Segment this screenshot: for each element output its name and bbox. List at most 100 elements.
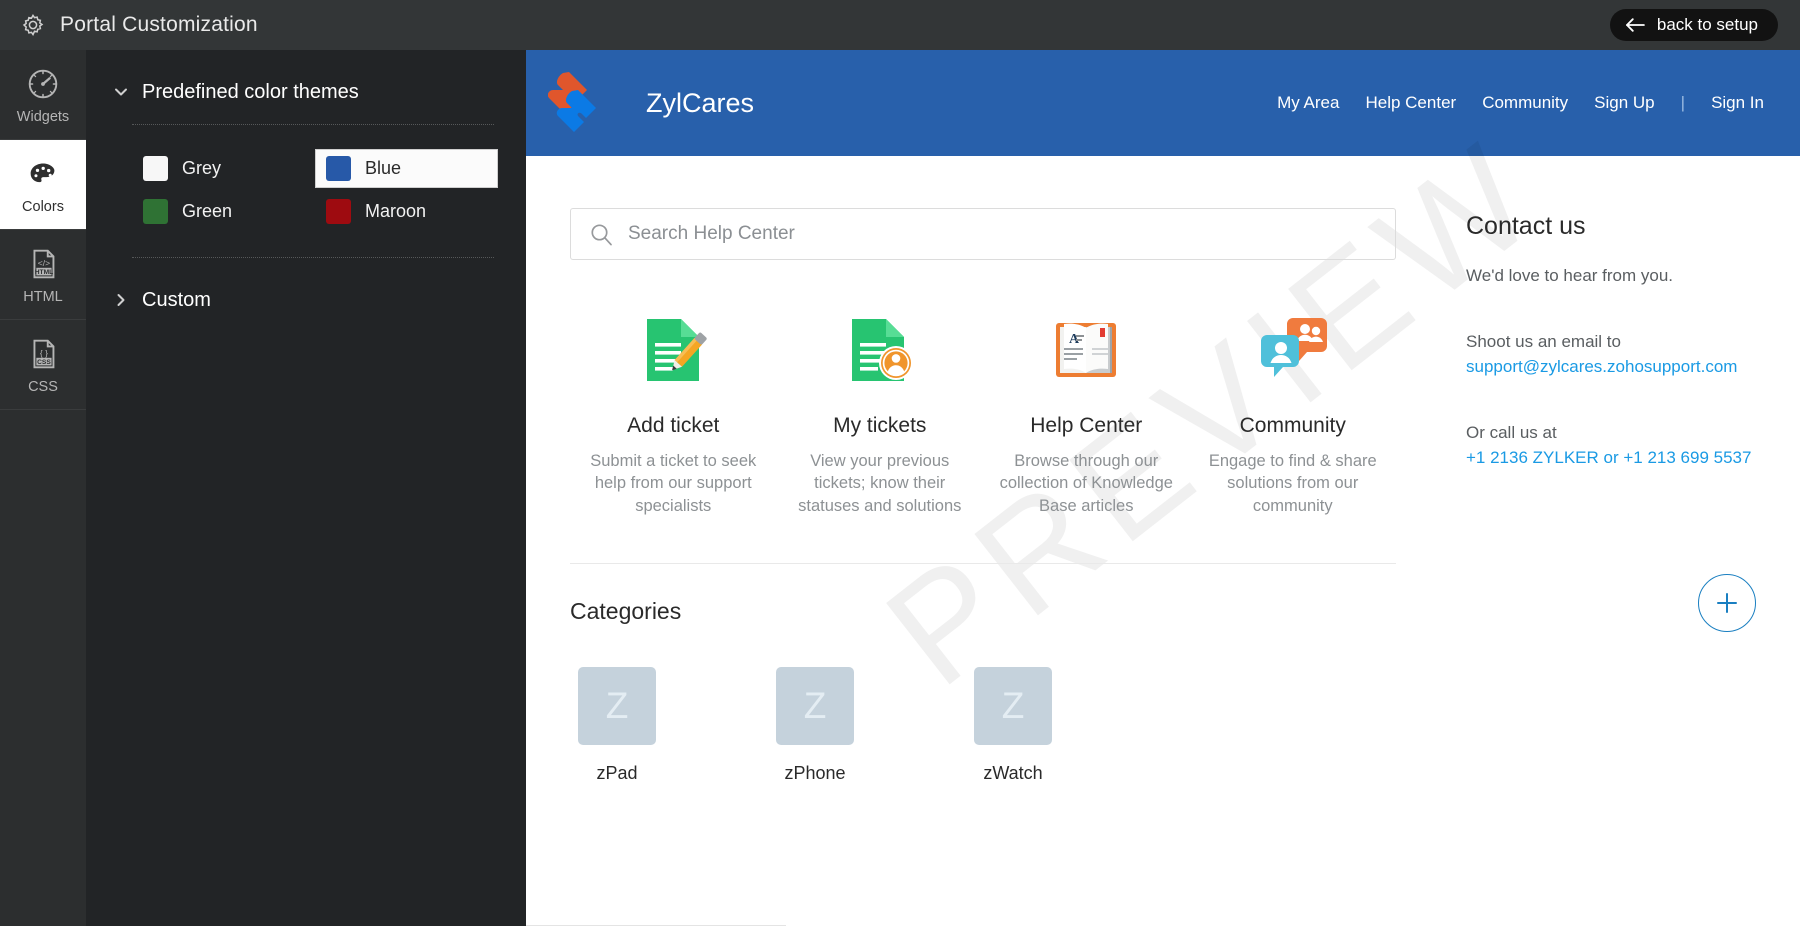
category-list: Z zPad Z zPhone Z zWatch xyxy=(570,666,1396,784)
palette-icon xyxy=(24,155,62,193)
category-item-zwatch[interactable]: Z zWatch xyxy=(974,666,1052,784)
category-item-zphone[interactable]: Z zPhone xyxy=(776,666,854,784)
brand[interactable]: ZylCares xyxy=(547,70,755,136)
portal-nav: My Area Help Center Community Sign Up | … xyxy=(1277,93,1764,113)
feature-help-center[interactable]: A Help Center Browse through our collect… xyxy=(983,312,1190,517)
feature-add-ticket[interactable]: Add ticket Submit a ticket to seek help … xyxy=(570,312,777,517)
sidebar-item-colors[interactable]: Colors xyxy=(0,140,86,230)
feature-community[interactable]: Community Engage to find & share solutio… xyxy=(1190,312,1397,517)
theme-option-maroon[interactable]: Maroon xyxy=(315,192,498,231)
color-swatch xyxy=(326,156,351,181)
open-book-icon: A xyxy=(1048,312,1124,388)
back-to-setup-button[interactable]: back to setup xyxy=(1609,9,1778,41)
gear-icon xyxy=(20,12,46,38)
sidebar-item-html[interactable]: </> HTML HTML xyxy=(0,230,86,320)
theme-option-blue[interactable]: Blue xyxy=(315,149,498,188)
search-icon xyxy=(589,222,614,247)
feature-title: Community xyxy=(1239,414,1346,437)
feature-description: Browse through our collection of Knowled… xyxy=(999,452,1173,515)
help-center-search[interactable] xyxy=(570,208,1396,260)
nav-separator: | xyxy=(1680,93,1686,112)
brand-name: ZylCares xyxy=(646,87,755,118)
portal-preview: ZylCares My Area Help Center Community S… xyxy=(526,50,1800,926)
chat-bubbles-icon xyxy=(1255,312,1331,388)
category-thumbnail: Z xyxy=(974,666,1052,745)
arrow-left-icon xyxy=(1624,17,1646,33)
sidebar-item-label: Colors xyxy=(22,198,64,215)
nav-link-help-center[interactable]: Help Center xyxy=(1365,93,1456,113)
category-thumbnail: Z xyxy=(578,666,656,745)
panel-divider-top xyxy=(132,124,494,125)
theme-label: Green xyxy=(182,201,233,221)
gauge-icon xyxy=(24,65,62,103)
nav-link-community[interactable]: Community xyxy=(1482,93,1568,113)
svg-text:{ }: { } xyxy=(40,347,48,357)
feature-title: Add ticket xyxy=(627,414,720,437)
css-file-icon: { } CSS xyxy=(24,335,62,373)
predefined-themes-title: Predefined color themes xyxy=(142,80,359,103)
sidebar-rail: Widgets Colors </> HTML HTML {} CSS CSS xyxy=(0,50,86,926)
feature-description: Submit a ticket to seek help from our su… xyxy=(590,452,757,515)
html-file-icon: </> HTML xyxy=(24,245,62,283)
feature-description: Engage to find & share solutions from ou… xyxy=(1208,452,1377,515)
svg-text:CSS: CSS xyxy=(37,359,51,366)
theme-swatch-grid: Grey Blue Green Maroon xyxy=(132,149,498,231)
category-item-zpad[interactable]: Z zPad xyxy=(578,666,656,784)
title-bar-left: Portal Customization xyxy=(0,12,258,38)
contact-us-title: Contact us xyxy=(1466,212,1586,240)
category-thumbnail: Z xyxy=(776,666,854,745)
contact-us-panel: Contact us We'd love to hear from you. S… xyxy=(1436,156,1800,926)
feature-title: Help Center xyxy=(1030,414,1143,437)
feature-my-tickets[interactable]: My tickets View your previous tickets; k… xyxy=(777,312,984,517)
sidebar-item-css[interactable]: { } CSS CSS xyxy=(0,320,86,410)
document-user-icon xyxy=(842,312,918,388)
search-input[interactable] xyxy=(628,223,1377,245)
color-swatch xyxy=(143,199,168,224)
color-swatch xyxy=(143,156,168,181)
category-label: zPhone xyxy=(784,762,846,783)
zylker-logo-icon xyxy=(547,70,610,136)
predefined-themes-header[interactable]: Predefined color themes xyxy=(114,68,498,116)
document-pencil-icon xyxy=(635,312,711,388)
colors-settings-panel: Predefined color themes Grey Blue Green … xyxy=(86,50,526,926)
add-button[interactable] xyxy=(1698,574,1756,632)
contact-us-phone-label: Or call us at xyxy=(1466,422,1557,442)
back-to-setup-label: back to setup xyxy=(1656,15,1758,34)
contact-us-phone-link[interactable]: +1 2136 ZYLKER or +1 213 699 5537 xyxy=(1466,445,1770,471)
categories-title: Categories xyxy=(570,597,682,624)
custom-section-title: Custom xyxy=(142,288,211,311)
chevron-down-icon xyxy=(114,85,128,99)
custom-section-header[interactable]: Custom xyxy=(114,276,498,324)
svg-text:HTML: HTML xyxy=(35,269,53,276)
theme-option-green[interactable]: Green xyxy=(132,192,315,231)
plus-icon xyxy=(1713,589,1741,617)
page-title: Portal Customization xyxy=(60,13,258,36)
sidebar-item-label: HTML xyxy=(23,288,63,305)
contact-us-email-link[interactable]: support@zylcares.zohosupport.com xyxy=(1466,354,1770,380)
theme-option-grey[interactable]: Grey xyxy=(132,149,315,188)
theme-label: Grey xyxy=(182,158,222,178)
portal-body: PREVIEW Search Help Center Add ticket Su… xyxy=(526,107,1800,926)
color-swatch xyxy=(326,199,351,224)
chevron-right-icon xyxy=(114,293,128,307)
feature-tiles: Add ticket Submit a ticket to seek help … xyxy=(570,312,1396,517)
nav-link-sign-up[interactable]: Sign Up xyxy=(1594,93,1654,113)
svg-text:</>: </> xyxy=(38,257,50,267)
category-label: zPad xyxy=(596,762,638,783)
sidebar-item-label: CSS xyxy=(28,378,58,395)
section-divider xyxy=(570,562,1396,564)
contact-us-intro: We'd love to hear from you. xyxy=(1466,266,1674,285)
panel-divider-bottom xyxy=(132,257,494,258)
title-bar: Portal Customization back to setup xyxy=(0,0,1800,50)
category-label: zWatch xyxy=(983,762,1043,783)
sidebar-item-label: Widgets xyxy=(16,108,70,125)
theme-label: Maroon xyxy=(365,201,427,221)
nav-link-sign-in[interactable]: Sign In xyxy=(1711,93,1764,113)
sidebar-item-widgets[interactable]: Widgets xyxy=(0,50,86,140)
nav-link-my-area[interactable]: My Area xyxy=(1277,93,1339,113)
contact-us-email-label: Shoot us an email to xyxy=(1466,331,1621,351)
theme-label: Blue xyxy=(365,158,402,178)
feature-description: View your previous tickets; know their s… xyxy=(798,452,962,515)
